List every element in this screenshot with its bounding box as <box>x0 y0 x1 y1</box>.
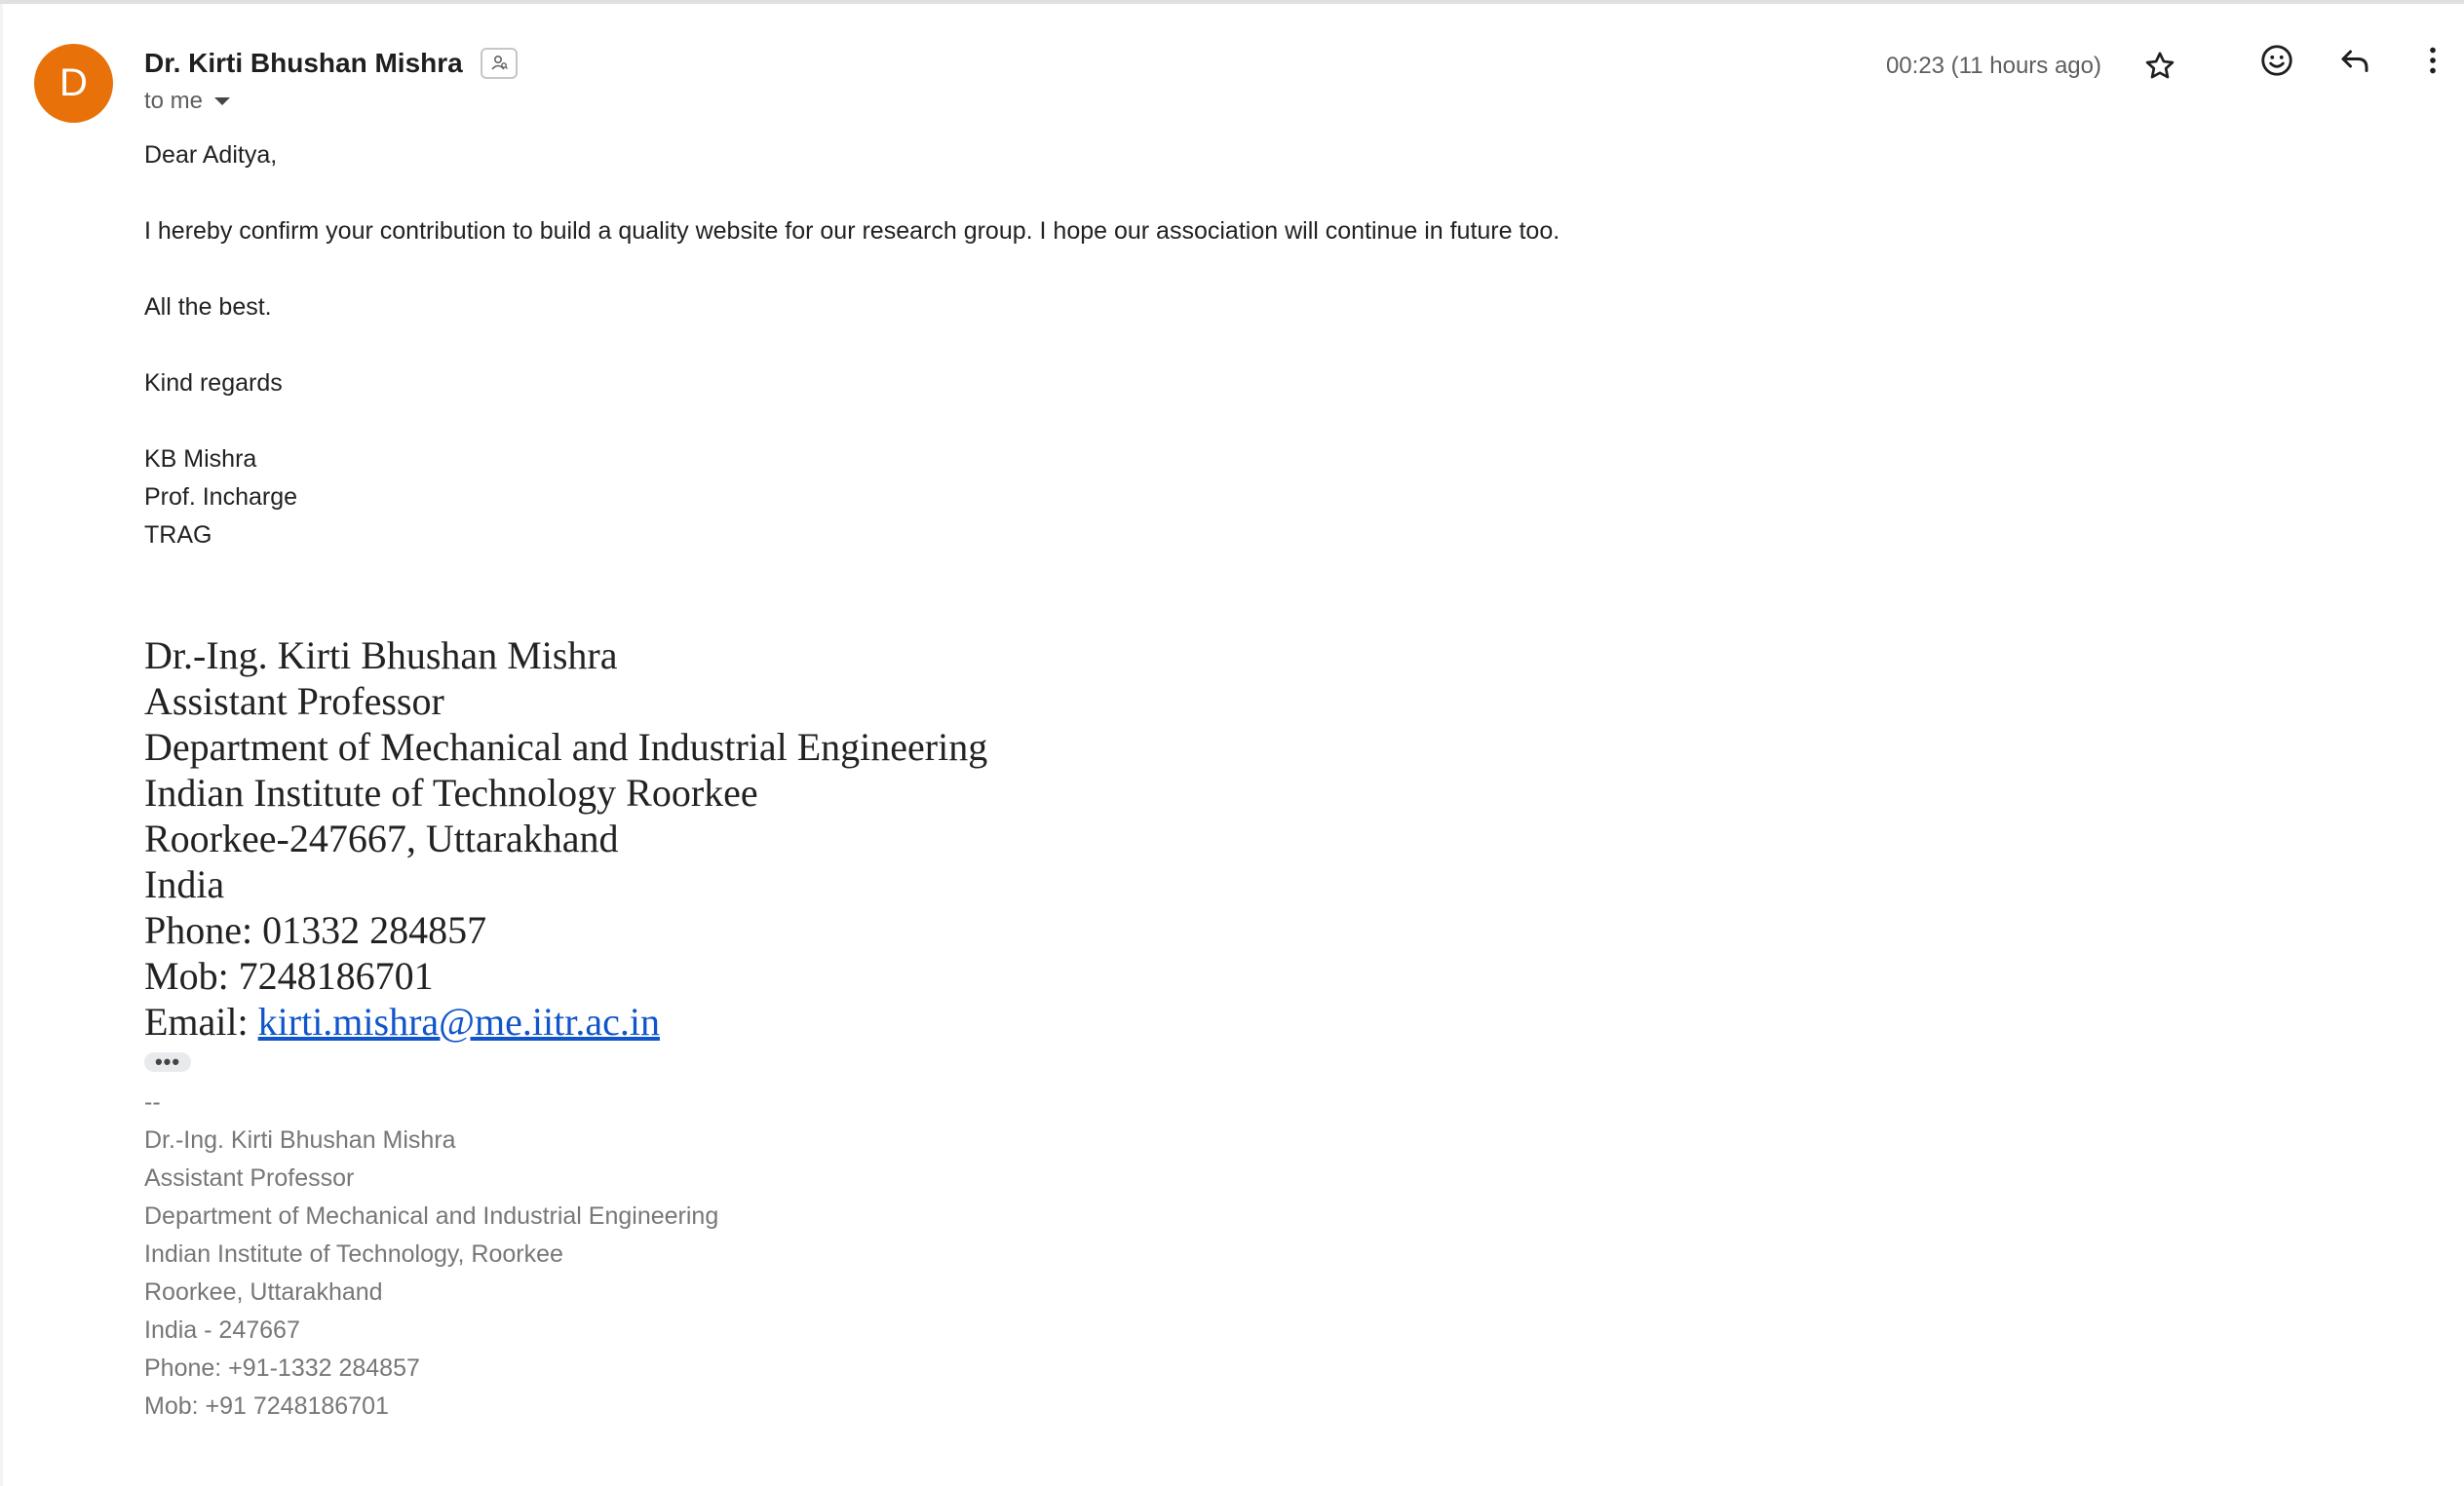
sender-name[interactable]: Dr. Kirti Bhushan Mishra <box>144 48 463 79</box>
sign-role: Prof. Incharge <box>144 483 298 511</box>
top-divider <box>0 0 2464 4</box>
closing-line: Kind regards <box>144 369 283 397</box>
sender-avatar[interactable]: D <box>34 44 113 123</box>
signature-email-label: Email: <box>144 1000 258 1044</box>
caret-down-icon <box>214 97 231 105</box>
quoted-line: Dr.-Ing. Kirti Bhushan Mishra <box>144 1126 456 1154</box>
signature-phone: Phone: 01332 284857 <box>144 908 487 952</box>
recipient-dropdown[interactable]: to me <box>144 87 231 116</box>
quoted-line: Phone: +91-1332 284857 <box>144 1354 420 1382</box>
quoted-line: Department of Mechanical and Industrial … <box>144 1202 719 1230</box>
signature-institute: Indian Institute of Technology Roorkee <box>144 771 758 815</box>
quoted-signature: -- Dr.-Ing. Kirti Bhushan Mishra Assista… <box>144 1084 2386 1426</box>
reply-button[interactable] <box>2329 37 2380 88</box>
message-timestamp: 00:23 (11 hours ago) <box>1885 53 2101 79</box>
signature-mobile: Mob: 7248186701 <box>144 954 434 998</box>
wish-line: All the best. <box>144 293 272 321</box>
more-options-button[interactable] <box>2407 37 2458 88</box>
reply-icon <box>2337 43 2372 83</box>
signature-department: Department of Mechanical and Industrial … <box>144 725 988 769</box>
quoted-line: Assistant Professor <box>144 1164 355 1192</box>
signature-city: Roorkee-247667, Uttarakhand <box>144 817 619 860</box>
quoted-line: Roorkee, Uttarakhand <box>144 1278 383 1306</box>
email-signature: Dr.-Ing. Kirti Bhushan Mishra Assistant … <box>144 632 2386 1045</box>
signature-name: Dr.-Ing. Kirti Bhushan Mishra <box>144 633 618 677</box>
quoted-line: India - 247667 <box>144 1316 300 1344</box>
more-vertical-icon <box>2415 43 2450 83</box>
signature-email-line: Email: kirti.mishra@me.iitr.ac.in <box>144 999 2386 1045</box>
add-reaction-button[interactable] <box>2252 37 2302 88</box>
avatar-letter: D <box>59 61 88 104</box>
show-trimmed-content-button[interactable]: ••• <box>144 1051 191 1073</box>
quoted-separator: -- <box>144 1088 161 1116</box>
left-divider <box>0 4 3 1486</box>
quoted-line: Indian Institute of Technology, Roorkee <box>144 1240 563 1268</box>
star-button[interactable] <box>2135 43 2185 94</box>
recipient-label: to me <box>144 88 204 114</box>
signature-country: India <box>144 862 225 906</box>
sign-group: TRAG <box>144 521 212 549</box>
signature-email-link[interactable]: kirti.mishra@me.iitr.ac.in <box>258 1000 660 1044</box>
message-body: Dear Aditya, I hereby confirm your contr… <box>144 136 2386 1426</box>
contact-card-icon[interactable] <box>480 48 518 79</box>
quoted-line: Mob: +91 7248186701 <box>144 1392 389 1420</box>
sender-row: Dr. Kirti Bhushan Mishra <box>144 43 518 84</box>
star-outline-icon <box>2142 49 2177 89</box>
greeting: Dear Aditya, <box>144 141 278 169</box>
emoji-reaction-icon <box>2258 42 2295 84</box>
signature-title: Assistant Professor <box>144 679 444 723</box>
body-paragraph: I hereby confirm your contribution to bu… <box>144 217 1560 245</box>
sign-name: KB Mishra <box>144 445 257 473</box>
